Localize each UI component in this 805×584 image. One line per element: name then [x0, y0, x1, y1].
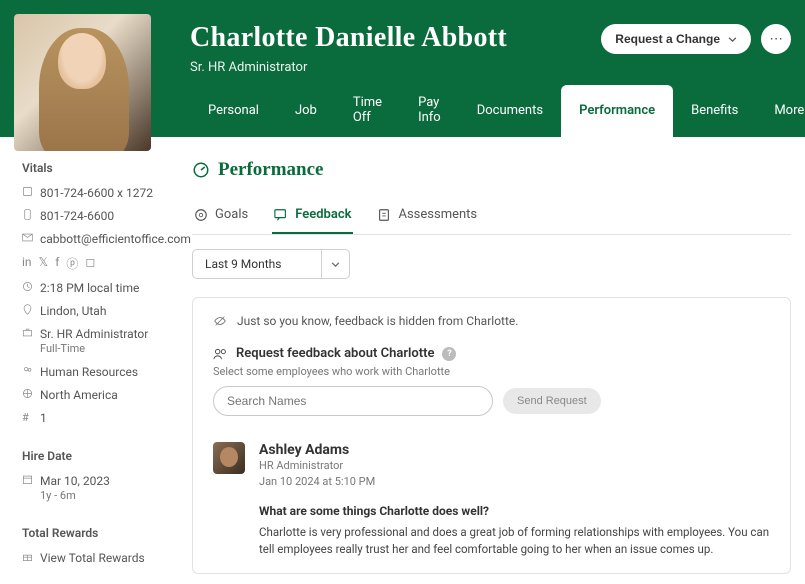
vitals-email: cabbott@efficientoffice.com: [22, 231, 160, 247]
nav-time-off[interactable]: Time Off: [335, 85, 400, 137]
nav-more[interactable]: More: [756, 85, 805, 137]
chevron-down-icon: [321, 250, 349, 278]
briefcase-icon: [22, 327, 33, 338]
main-content: Performance Goals Feedback Assessments L…: [170, 137, 805, 584]
calendar-icon: [22, 474, 33, 485]
request-change-label: Request a Change: [615, 32, 720, 46]
feedback-card: Just so you know, feedback is hidden fro…: [192, 297, 791, 574]
feedback-question: What are some things Charlotte does well…: [259, 504, 770, 518]
clipboard-icon: [377, 208, 391, 222]
linkedin-icon[interactable]: in: [22, 255, 32, 272]
twitter-icon[interactable]: 𝕏: [39, 255, 49, 272]
performance-subtabs: Goals Feedback Assessments: [192, 199, 791, 235]
hire-date-heading: Hire Date: [22, 449, 160, 463]
chevron-down-icon: [728, 37, 737, 42]
rewards-heading: Total Rewards: [22, 526, 160, 540]
feedback-icon: [274, 208, 288, 222]
view-rewards-link[interactable]: View Total Rewards: [22, 550, 160, 566]
search-names-input[interactable]: [213, 386, 493, 416]
help-icon[interactable]: ?: [442, 347, 456, 361]
mobile-icon: [22, 209, 33, 220]
request-caption: Select some employees who work with Char…: [213, 365, 770, 378]
ellipsis-icon: ⋯: [769, 31, 782, 47]
vitals-local-time: 2:18 PM local time: [22, 280, 160, 296]
nav-performance[interactable]: Performance: [561, 85, 673, 137]
clock-icon: [22, 281, 33, 292]
author-avatar: [213, 442, 245, 474]
vitals-title: Sr. HR Administrator Full-Time: [22, 326, 160, 357]
request-feedback-heading: Request feedback about Charlotte ?: [213, 346, 770, 361]
subtab-goals[interactable]: Goals: [192, 199, 250, 234]
profile-header: Charlotte Danielle Abbott Sr. HR Adminis…: [0, 0, 805, 137]
vitals-region: North America: [22, 387, 160, 403]
feedback-entry: Ashley Adams HR Administrator Jan 10 202…: [213, 442, 770, 557]
gift-icon: [22, 551, 33, 562]
hash-icon: #: [22, 411, 33, 422]
nav-job[interactable]: Job: [277, 85, 335, 137]
people-icon: [213, 346, 228, 361]
feedback-role: HR Administrator: [259, 459, 770, 472]
vitals-number: # 1: [22, 410, 160, 426]
profile-avatar: [14, 14, 151, 151]
globe-icon: [22, 388, 33, 399]
pin-icon: [22, 304, 33, 315]
vitals-location: Lindon, Utah: [22, 303, 160, 319]
date-range-select[interactable]: Last 9 Months: [192, 249, 350, 279]
vitals-sidebar: Vitals 801-724-6600 x 1272 801-724-6600 …: [0, 137, 170, 584]
profile-nav: Personal Job Time Off Pay Info Documents…: [190, 85, 791, 137]
send-request-button[interactable]: Send Request: [503, 388, 601, 414]
instagram-icon[interactable]: ◻: [85, 255, 95, 272]
hidden-hint: Just so you know, feedback is hidden fro…: [213, 314, 770, 328]
feedback-date: Jan 10 2024 at 5:10 PM: [259, 475, 770, 488]
feedback-answer: Charlotte is very professional and does …: [259, 524, 770, 557]
nav-benefits[interactable]: Benefits: [673, 85, 756, 137]
date-range-value: Last 9 Months: [193, 250, 321, 278]
social-links: in 𝕏 f ⓟ ◻: [22, 255, 160, 272]
vitals-phone: 801-724-6600: [22, 208, 160, 224]
subtab-feedback[interactable]: Feedback: [272, 199, 353, 234]
nav-personal[interactable]: Personal: [190, 85, 277, 137]
vitals-department: Human Resources: [22, 364, 160, 380]
employee-subtitle: Sr. HR Administrator: [190, 60, 805, 75]
hire-date: Mar 10, 2023 1y - 6m: [22, 473, 160, 504]
pinterest-icon[interactable]: ⓟ: [66, 255, 78, 272]
vitals-heading: Vitals: [22, 161, 160, 175]
feedback-author: Ashley Adams: [259, 442, 770, 458]
target-icon: [194, 208, 208, 222]
gauge-icon: [192, 161, 210, 179]
nav-documents[interactable]: Documents: [459, 85, 561, 137]
nav-pay-info[interactable]: Pay Info: [400, 85, 459, 137]
facebook-icon[interactable]: f: [55, 255, 59, 272]
mail-icon: [22, 232, 33, 243]
phone-icon: [22, 186, 33, 197]
eye-off-icon: [213, 314, 227, 328]
people-icon: [22, 365, 33, 376]
more-actions-button[interactable]: ⋯: [761, 24, 791, 54]
page-title: Performance: [218, 159, 324, 181]
vitals-phone-ext: 801-724-6600 x 1272: [22, 185, 160, 201]
subtab-assessments[interactable]: Assessments: [375, 199, 479, 234]
request-change-button[interactable]: Request a Change: [601, 24, 751, 54]
